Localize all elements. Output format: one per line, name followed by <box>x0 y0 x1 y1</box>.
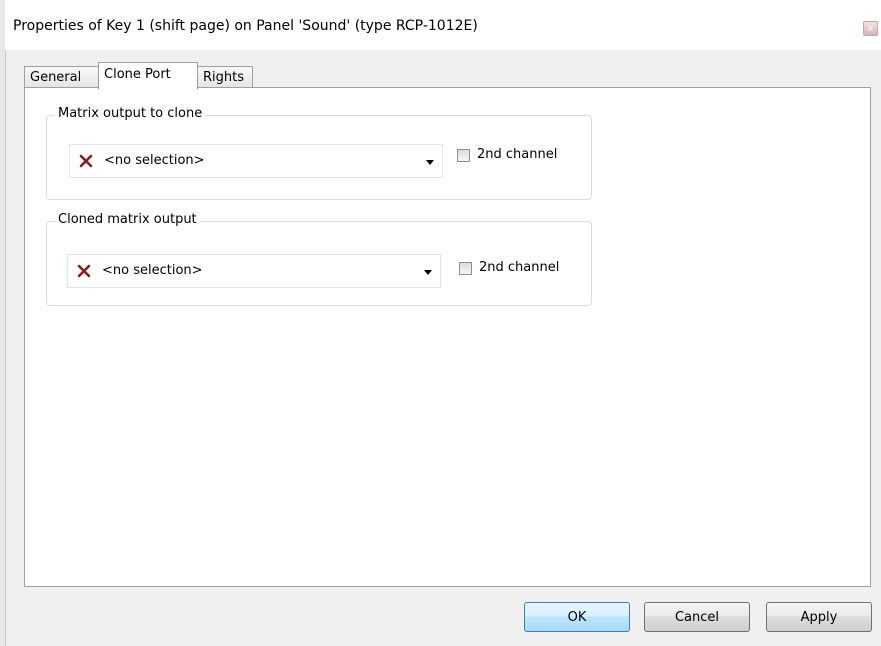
tab-rights[interactable]: Rights <box>197 66 253 88</box>
title-bar: Properties of Key 1 (shift page) on Pane… <box>5 0 881 50</box>
properties-dialog: Properties of Key 1 (shift page) on Pane… <box>0 0 881 646</box>
matrix-output-select[interactable]: <no selection> <box>69 144 443 178</box>
cloned-output-select[interactable]: <no selection> <box>67 254 441 288</box>
close-button[interactable]: x <box>863 21 878 36</box>
window-left-edge <box>0 0 6 646</box>
tab-general[interactable]: General <box>24 66 99 88</box>
chevron-down-icon <box>424 270 432 275</box>
ok-button[interactable]: OK <box>524 602 630 632</box>
x-mark-icon <box>77 264 91 278</box>
cloned-output-group-title: Cloned matrix output <box>55 212 200 227</box>
cancel-button[interactable]: Cancel <box>644 602 750 632</box>
matrix-output-2nd-channel-checkbox[interactable] <box>457 149 470 162</box>
window-title: Properties of Key 1 (shift page) on Pane… <box>13 18 478 34</box>
cloned-output-2nd-channel-checkbox[interactable] <box>459 262 472 275</box>
chevron-down-icon <box>426 160 434 165</box>
clone-port-panel: Matrix output to clone <no selection> 2n… <box>24 87 871 587</box>
matrix-output-selection: <no selection> <box>104 153 205 168</box>
x-mark-icon <box>79 154 93 168</box>
matrix-output-2nd-channel-label: 2nd channel <box>477 147 558 162</box>
matrix-output-group: Matrix output to clone <no selection> 2n… <box>46 106 592 200</box>
cloned-output-selection: <no selection> <box>102 263 203 278</box>
cloned-output-2nd-channel-label: 2nd channel <box>479 260 560 275</box>
apply-button[interactable]: Apply <box>766 602 872 632</box>
cloned-output-group: Cloned matrix output <no selection> 2nd … <box>46 212 592 306</box>
close-icon: x <box>867 23 874 34</box>
tab-clone-port[interactable]: Clone Port <box>98 62 198 89</box>
matrix-output-group-title: Matrix output to clone <box>55 106 206 121</box>
